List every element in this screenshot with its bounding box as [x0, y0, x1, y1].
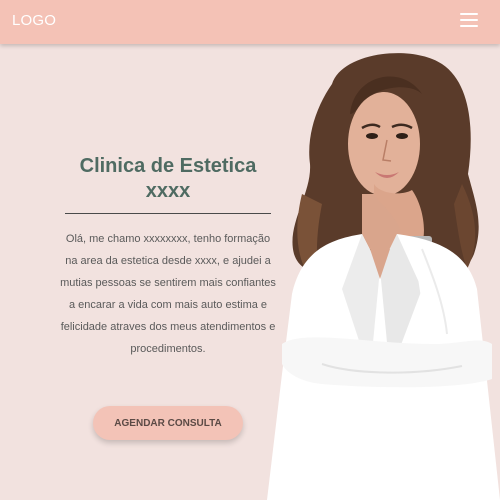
title-line-1: Clinica de Estetica [79, 155, 257, 177]
top-navbar: LOGO [0, 0, 500, 44]
page-title: Clinica de Estetica xxxx [65, 154, 271, 204]
title-divider [65, 213, 271, 214]
doctor-portrait-image [267, 53, 500, 500]
title-line-2: xxxx [145, 180, 191, 202]
logo[interactable]: LOGO [12, 12, 56, 29]
hero-content: Clinica de Estetica xxxx Olá, me chamo x… [60, 150, 276, 355]
schedule-appointment-button[interactable]: AGENDAR CONSULTA [93, 406, 243, 440]
hamburger-menu-icon[interactable] [460, 13, 478, 29]
hero-description: Olá, me chamo xxxxxxxx, tenho formação n… [60, 233, 276, 355]
